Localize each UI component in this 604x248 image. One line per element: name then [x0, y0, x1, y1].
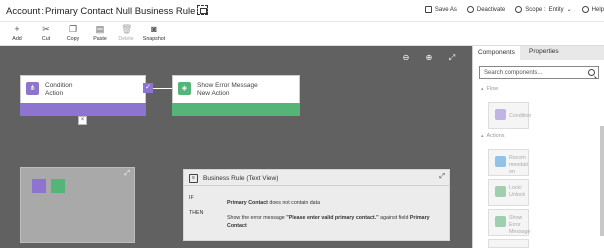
- designer-canvas[interactable]: ⊖ ⊕ ⤢ ⋔ Condition Action ✓ × ◈ Show Erro…: [0, 46, 472, 248]
- entity-name: Account: [6, 6, 41, 17]
- then-label: THEN: [189, 210, 204, 216]
- error-message-node[interactable]: ◈ Show Error Message New Action: [172, 75, 300, 116]
- condition-tile[interactable]: Condition: [488, 102, 531, 129]
- error-message-icon: [495, 216, 506, 227]
- minimap-condition: [32, 179, 46, 193]
- minimap[interactable]: ⤢: [20, 167, 135, 243]
- error-message-icon: ◈: [178, 82, 191, 95]
- tab-properties[interactable]: Properties: [529, 48, 559, 55]
- cut-button[interactable]: ✂ Cut: [35, 24, 57, 43]
- zoom-in-icon[interactable]: ⊕: [423, 52, 435, 64]
- paste-button[interactable]: ▤ Paste: [89, 24, 111, 43]
- if-label: IF: [189, 195, 194, 201]
- text-view-panel: ≡ Business Rule (Text View) ⤢ IF Primary…: [183, 169, 450, 241]
- deactivate-icon: [466, 6, 474, 13]
- copy-icon: ❐: [68, 24, 78, 34]
- copy-button[interactable]: ❐ Copy: [62, 24, 84, 43]
- trash-icon: 🗑: [121, 24, 133, 34]
- help-icon: [581, 6, 589, 13]
- fit-to-screen-icon[interactable]: ⤢: [446, 52, 458, 64]
- panel-tabs: Components Properties: [473, 46, 604, 60]
- chevron-down-icon: ⌄: [566, 7, 572, 13]
- condition-node-title: Condition: [45, 82, 73, 89]
- search-icon: [588, 69, 595, 76]
- command-bar: + Add ✂ Cut ❐ Copy ▤ Paste 🗑 Delete ◙ Snapshot: [0, 22, 604, 46]
- edit-title-icon[interactable]: [197, 5, 209, 15]
- add-button[interactable]: + Add: [6, 24, 28, 43]
- chevron-down-icon: ▴: [481, 133, 484, 139]
- camera-icon: ◙: [151, 24, 157, 34]
- condition-icon: [495, 109, 506, 120]
- rule-name: Primary Contact Null Business Rule: [44, 6, 196, 17]
- delete-button[interactable]: 🗑 Delete: [115, 24, 137, 43]
- page-title: Account:Primary Contact Null Business Ru…: [6, 5, 209, 17]
- expand-icon[interactable]: ⤢: [439, 173, 445, 181]
- scrollbar[interactable]: [600, 126, 604, 236]
- scissors-icon: ✂: [42, 24, 50, 34]
- error-node-subtitle: New Action: [197, 90, 230, 97]
- actions-section-header[interactable]: ▴ Actions: [481, 133, 505, 139]
- save-icon: [424, 6, 432, 13]
- flow-section-header[interactable]: ▴ Flow: [481, 86, 498, 92]
- next-action-tile[interactable]: [488, 239, 529, 248]
- condition-node-bar: [20, 103, 146, 116]
- plus-icon: +: [14, 24, 20, 34]
- search-input[interactable]: Search components...: [479, 66, 599, 79]
- close-icon[interactable]: ×: [78, 116, 87, 125]
- condition-node[interactable]: ⋔ Condition Action: [20, 75, 146, 116]
- if-statement: Primary Contact does not contain data: [227, 200, 321, 206]
- zoom-out-icon[interactable]: ⊖: [400, 52, 412, 64]
- then-statement: Show the error message "Please enter val…: [227, 215, 430, 229]
- help-button[interactable]: Help: [581, 6, 604, 13]
- expand-icon[interactable]: ⤢: [124, 170, 130, 178]
- save-as-button[interactable]: Save As: [424, 6, 457, 13]
- lock-icon: [495, 186, 506, 197]
- lightbulb-icon: [495, 156, 506, 167]
- paste-icon: ▤: [95, 24, 105, 34]
- text-view-title: Business Rule (Text View): [203, 175, 279, 182]
- title-bar: Account:Primary Contact Null Business Ru…: [0, 0, 604, 22]
- chevron-down-icon: ▴: [481, 86, 484, 92]
- lock-unlock-tile[interactable]: Lock/ Unlock: [488, 179, 529, 206]
- checkmark-icon[interactable]: ✓: [143, 83, 153, 93]
- show-error-message-tile[interactable]: Show Error Message: [488, 209, 531, 236]
- clock-icon: [515, 6, 523, 13]
- condition-icon: ⋔: [26, 82, 39, 95]
- text-view-header: ≡ Business Rule (Text View) ⤢: [184, 170, 449, 186]
- tab-components[interactable]: Components: [473, 46, 520, 60]
- deactivate-button[interactable]: Deactivate: [466, 6, 505, 13]
- minimap-action: [51, 179, 65, 193]
- recommendation-tile[interactable]: Recommendation: [488, 149, 529, 176]
- components-panel: Components Properties Search components.…: [472, 46, 604, 248]
- scope-select[interactable]: Scope : Entity ⌄: [515, 6, 572, 13]
- error-node-bar: [172, 103, 300, 116]
- error-node-title: Show Error Message: [197, 82, 258, 89]
- condition-node-subtitle: Action: [45, 90, 64, 97]
- rule-icon: ≡: [189, 174, 198, 183]
- snapshot-button[interactable]: ◙ Snapshot: [141, 24, 167, 43]
